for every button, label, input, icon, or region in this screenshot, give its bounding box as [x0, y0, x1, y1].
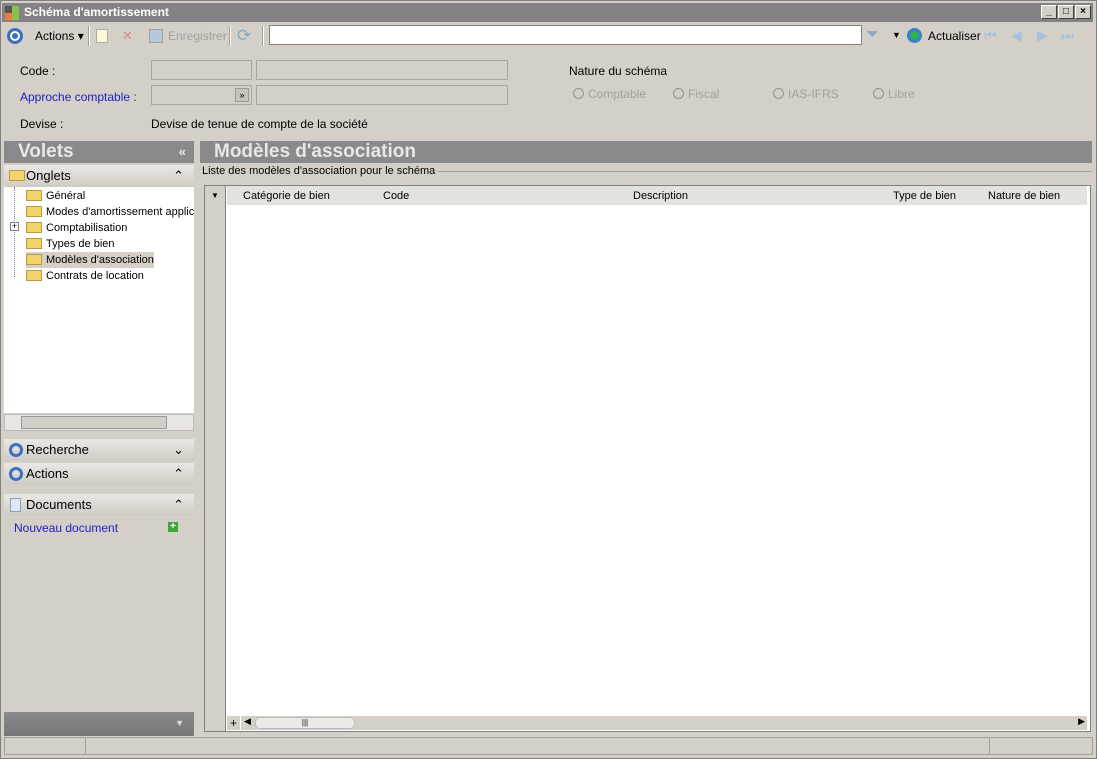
column-chooser-icon[interactable]: ▼ — [205, 191, 225, 200]
collapse-sidebar-icon[interactable]: « — [179, 141, 186, 163]
scroll-thumb[interactable]: ||| — [255, 717, 355, 729]
maximize-button[interactable]: □ — [1058, 5, 1074, 19]
sidebar-header: Volets « — [4, 141, 194, 163]
recherche-pane-header[interactable]: Recherche ⌄ — [4, 439, 194, 461]
delete-icon[interactable]: ✕ — [122, 28, 133, 44]
title-bar: Schéma d'amortissement — [2, 3, 1093, 22]
collapse-icon[interactable]: ⌃ — [173, 165, 184, 187]
new-icon[interactable] — [96, 29, 108, 43]
tree-item-comptabilisation[interactable]: Comptabilisation — [26, 220, 127, 236]
last-record-icon[interactable]: ⏭ — [1061, 27, 1074, 44]
document-icon — [10, 498, 21, 512]
sync-icon[interactable]: ⟳ — [237, 26, 251, 46]
tabs-tree: Général Modes d'amortissement applica + … — [4, 187, 194, 413]
save-icon[interactable] — [149, 29, 163, 43]
nature-label: Nature du schéma — [569, 64, 668, 78]
tree-item-modes[interactable]: Modes d'amortissement applica — [26, 204, 194, 220]
dropdown-icon[interactable]: » — [235, 88, 249, 102]
row-selector-column: ▼ — [205, 186, 226, 731]
onglets-pane-header[interactable]: Onglets ⌃ — [4, 165, 194, 187]
col-description[interactable]: Description — [633, 190, 688, 204]
separator — [88, 26, 90, 46]
filter-icon[interactable]: ⏷ — [866, 26, 879, 44]
approche-description-field[interactable] — [256, 85, 508, 105]
next-record-icon[interactable]: ▶ — [1037, 27, 1048, 44]
status-bar — [4, 737, 1093, 755]
new-document-link[interactable]: Nouveau document — [14, 521, 118, 535]
folder-icon — [9, 170, 25, 181]
actions-pane-header[interactable]: Actions ⌃ — [4, 463, 194, 485]
previous-record-icon[interactable]: ◀ — [1011, 27, 1022, 44]
sidebar-footer[interactable]: ▼ — [4, 712, 194, 736]
approche-comptable-select[interactable]: » — [151, 85, 252, 105]
col-code[interactable]: Code — [383, 190, 409, 204]
code-description-field[interactable] — [256, 60, 508, 80]
tree-item-general[interactable]: Général — [26, 188, 85, 204]
nav-icon[interactable] — [7, 28, 23, 44]
separator — [229, 26, 231, 46]
tree-item-types[interactable]: Types de bien — [26, 236, 115, 252]
devise-value: Devise de tenue de compte de la société — [151, 117, 368, 131]
search-pane-icon — [9, 443, 23, 457]
expand-icon[interactable]: + — [10, 222, 19, 231]
filter-dropdown-icon[interactable]: ▼ — [892, 30, 901, 40]
search-input[interactable] — [269, 25, 862, 45]
devise-label: Devise : — [20, 117, 64, 131]
radio-ias-ifrs[interactable]: IAS-IFRS — [773, 87, 839, 101]
tree-item-contrats[interactable]: Contrats de location — [26, 268, 144, 284]
save-button[interactable]: Enregistrer — [168, 25, 227, 47]
close-button[interactable]: × — [1075, 5, 1091, 19]
refresh-icon[interactable] — [907, 28, 922, 43]
radio-libre[interactable]: Libre — [873, 87, 915, 101]
group-label: Liste des modèles d'association pour le … — [202, 165, 439, 177]
col-nature[interactable]: Nature de bien — [988, 190, 1060, 204]
separator — [262, 26, 264, 46]
add-row-icon[interactable]: + — [227, 716, 240, 730]
actions-pane-icon — [9, 467, 23, 481]
refresh-button[interactable]: Actualiser — [928, 25, 981, 47]
tree-item-modeles-selected[interactable]: Modèles d'association — [26, 252, 154, 268]
actions-menu[interactable]: Actions ▾ — [35, 25, 84, 47]
code-field[interactable] — [151, 60, 252, 80]
documents-pane-header[interactable]: Documents ⌃ — [4, 494, 194, 516]
first-record-icon[interactable]: ⏮ — [984, 27, 997, 44]
data-grid — [204, 185, 1091, 732]
code-label: Code : — [20, 64, 56, 78]
app-icon — [5, 6, 19, 20]
main-header: Modèles d'association — [200, 141, 1092, 163]
horizontal-scrollbar[interactable] — [4, 414, 194, 431]
grid-horizontal-scrollbar[interactable]: ◀ ||| ▶ — [241, 716, 1087, 730]
add-document-icon[interactable]: + — [168, 522, 178, 532]
radio-fiscal[interactable]: Fiscal — [673, 87, 719, 101]
window-title: Schéma d'amortissement — [24, 5, 169, 19]
radio-comptable[interactable]: Comptable — [573, 87, 646, 101]
minimize-button[interactable]: _ — [1041, 5, 1057, 19]
col-type[interactable]: Type de bien — [893, 190, 956, 204]
col-categorie[interactable]: Catégorie de bien — [243, 190, 330, 204]
approche-comptable-link[interactable]: Approche comptable : — [20, 90, 137, 104]
